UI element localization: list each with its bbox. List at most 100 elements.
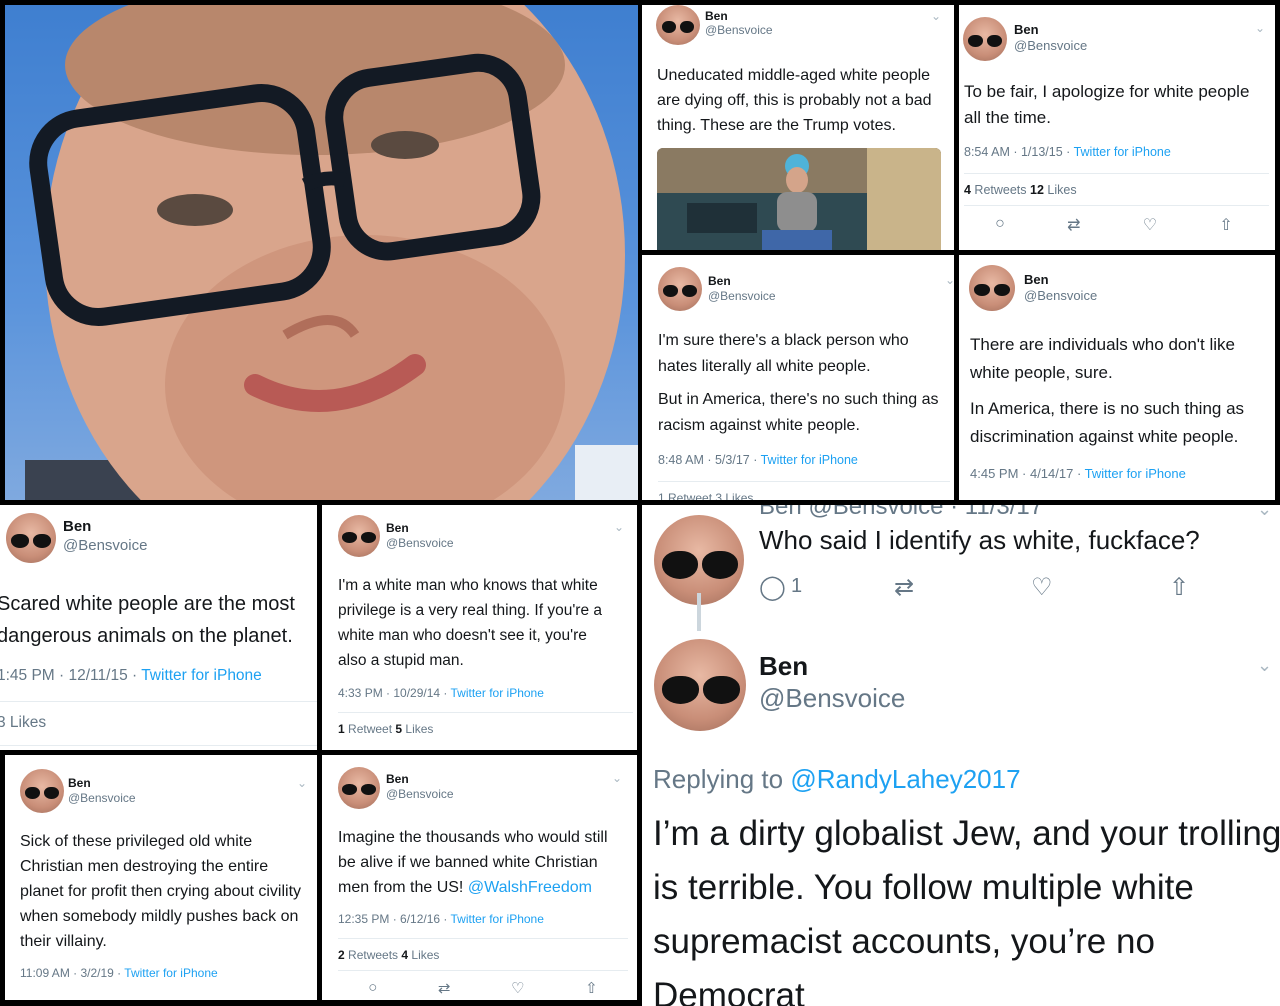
source-link[interactable]: Twitter for iPhone	[1085, 466, 1186, 481]
share-icon[interactable]: ⇧	[1219, 215, 1232, 235]
action-bar: ○ ⇄ ♡ ⇧	[964, 215, 1264, 235]
timestamp-text: 11:09 AM · 3/2/19 ·	[20, 966, 125, 980]
user-handle[interactable]: @Bensvoice	[708, 289, 776, 303]
timestamp-text: 4:33 PM · 10/29/14 ·	[338, 686, 451, 700]
likes-label: Likes	[1043, 183, 1077, 197]
source-link[interactable]: Twitter for iPhone	[124, 966, 217, 980]
timestamp-text: 8:48 AM · 5/3/17 ·	[658, 453, 761, 467]
tweet-text: Uneducated middle-aged white people are …	[657, 67, 932, 134]
avatar[interactable]	[338, 767, 380, 809]
tweet-card-6: Ben @Bensvoice ⌄ I'm a white man who kno…	[322, 505, 637, 750]
user-handle[interactable]: @Bensvoice	[386, 787, 454, 801]
like-icon[interactable]: ♡	[1031, 573, 1053, 602]
tweet-card-5: Ben @Bensvoice Scared white people are t…	[0, 505, 317, 750]
timestamp-text: 12:35 PM · 6/12/16 ·	[338, 912, 451, 926]
timestamp-text: 4:45 PM · 4/14/17 ·	[970, 466, 1085, 481]
mention-link[interactable]: @WalshFreedom	[468, 879, 592, 896]
source-link[interactable]: Twitter for iPhone	[141, 667, 262, 684]
source-link[interactable]: Twitter for iPhone	[451, 912, 544, 926]
tweet-text: I'm a white man who knows that white pri…	[338, 577, 602, 669]
avatar[interactable]	[656, 5, 700, 45]
tweet-text: Imagine the thousands who would still be…	[338, 825, 628, 900]
tweet-text: I’m a dirty globalist Jew, and your trol…	[653, 814, 1280, 1006]
chevron-down-icon[interactable]: ⌄	[614, 520, 624, 534]
user-handle[interactable]: @Bensvoice	[759, 683, 905, 714]
avatar[interactable]	[969, 265, 1015, 311]
retweet-label: Retweets	[344, 948, 402, 962]
display-name[interactable]: Ben	[759, 651, 808, 682]
display-name[interactable]: Ben	[705, 9, 728, 23]
tweet-stats-cut: 1 Retweet 3 Likes	[658, 491, 754, 500]
like-icon[interactable]: ♡	[1143, 215, 1157, 235]
tweet-card-10: Ben @Bensvoice ⌄ Imagine the thousands w…	[322, 755, 637, 1000]
source-link[interactable]: Twitter for iPhone	[761, 453, 858, 467]
share-icon[interactable]: ⇧	[585, 979, 598, 997]
tweet-timestamp: 1:45 PM · 12/11/15 · Twitter for iPhone	[0, 667, 262, 685]
retweet-label: Retweet	[344, 722, 396, 736]
avatar[interactable]	[963, 17, 1007, 61]
retweet-count[interactable]: 1	[338, 722, 345, 736]
chevron-down-icon[interactable]: ⌄	[1257, 655, 1272, 676]
reply-icon[interactable]: ○	[995, 215, 1005, 235]
user-handle[interactable]: @Bensvoice	[1014, 38, 1087, 53]
user-handle[interactable]: @Bensvoice	[705, 23, 773, 37]
face-photo-illustration	[25, 5, 638, 500]
tweet-timestamp: 8:54 AM · 1/13/15 · Twitter for iPhone	[964, 145, 1171, 159]
tweet-text-line2: But in America, there's no such thing as…	[658, 391, 939, 434]
tweet-card-2: Ben @Bensvoice ⌄ To be fair, I apologize…	[959, 5, 1275, 250]
avatar[interactable]	[658, 267, 702, 311]
tweet-media-photo[interactable]	[657, 148, 941, 250]
retweet-count[interactable]: 4	[964, 183, 971, 197]
reply-thread-panel: Ben @Bensvoice · 11/3/17 ⌄ Who said I id…	[642, 505, 1280, 1006]
retweet-icon[interactable]: ⇄	[894, 573, 914, 602]
tweet-text: Who said I identify as white, fuckface?	[759, 525, 1200, 555]
like-count[interactable]: 3 Likes	[0, 714, 46, 732]
retweet-icon[interactable]: ⇄	[438, 979, 451, 997]
tweet-header-cut: Ben @Bensvoice · 11/3/17	[759, 505, 1044, 520]
display-name[interactable]: Ben	[386, 521, 409, 535]
replying-to: Replying to @RandyLahey2017	[653, 764, 1021, 795]
user-handle[interactable]: @Bensvoice	[1024, 288, 1097, 303]
retweet-icon[interactable]: ⇄	[1067, 215, 1080, 235]
display-name[interactable]: Ben	[1024, 272, 1049, 287]
chevron-down-icon[interactable]: ⌄	[1255, 21, 1265, 35]
retweet-label: Retweets	[970, 183, 1031, 197]
user-handle[interactable]: @Bensvoice	[68, 791, 136, 805]
like-count[interactable]: 12	[1030, 183, 1044, 197]
avatar[interactable]	[338, 515, 380, 557]
tweet-stats: 4 Retweets 12 Likes	[964, 183, 1077, 197]
avatar[interactable]	[654, 639, 746, 731]
thread-connector-line	[697, 593, 701, 631]
reply-icon[interactable]: ◯	[759, 573, 786, 602]
avatar[interactable]	[6, 513, 56, 563]
reply-icon[interactable]: ○	[368, 979, 377, 997]
source-link[interactable]: Twitter for iPhone	[1074, 145, 1171, 159]
replying-to-link[interactable]: @RandyLahey2017	[790, 764, 1020, 794]
user-handle[interactable]: @Bensvoice	[63, 537, 147, 554]
display-name[interactable]: Ben	[68, 776, 91, 790]
display-name[interactable]: Ben	[386, 772, 409, 786]
retweet-count[interactable]: 2	[338, 948, 345, 962]
chevron-down-icon[interactable]: ⌄	[297, 776, 307, 790]
tweet-timestamp: 11:09 AM · 3/2/19 · Twitter for iPhone	[20, 966, 218, 980]
tweet-text: Sick of these privileged old white Chris…	[20, 833, 302, 950]
display-name[interactable]: Ben	[63, 518, 91, 535]
tweet-text-line1: There are individuals who don't like whi…	[970, 335, 1236, 382]
display-name[interactable]: Ben	[708, 274, 731, 288]
chevron-down-icon[interactable]: ⌄	[945, 273, 954, 287]
timestamp-text: 1:45 PM · 12/11/15 ·	[0, 667, 142, 684]
avatar[interactable]	[654, 515, 744, 605]
avatar[interactable]	[20, 769, 64, 813]
chevron-down-icon[interactable]: ⌄	[931, 9, 941, 23]
like-icon[interactable]: ♡	[511, 979, 524, 997]
tweet-timestamp: 4:33 PM · 10/29/14 · Twitter for iPhone	[338, 686, 544, 700]
chevron-down-icon[interactable]: ⌄	[612, 771, 622, 785]
display-name[interactable]: Ben	[1014, 22, 1039, 37]
likes-label: Likes	[402, 722, 434, 736]
source-link[interactable]: Twitter for iPhone	[451, 686, 544, 700]
chevron-down-icon[interactable]: ⌄	[1257, 505, 1272, 520]
user-handle[interactable]: @Bensvoice	[386, 536, 454, 550]
action-bar: ◯ 1 ⇄ ♡ ⇧	[759, 573, 1209, 607]
tweet-text-line1: I'm sure there's a black person who hate…	[658, 332, 909, 375]
share-icon[interactable]: ⇧	[1169, 573, 1189, 602]
